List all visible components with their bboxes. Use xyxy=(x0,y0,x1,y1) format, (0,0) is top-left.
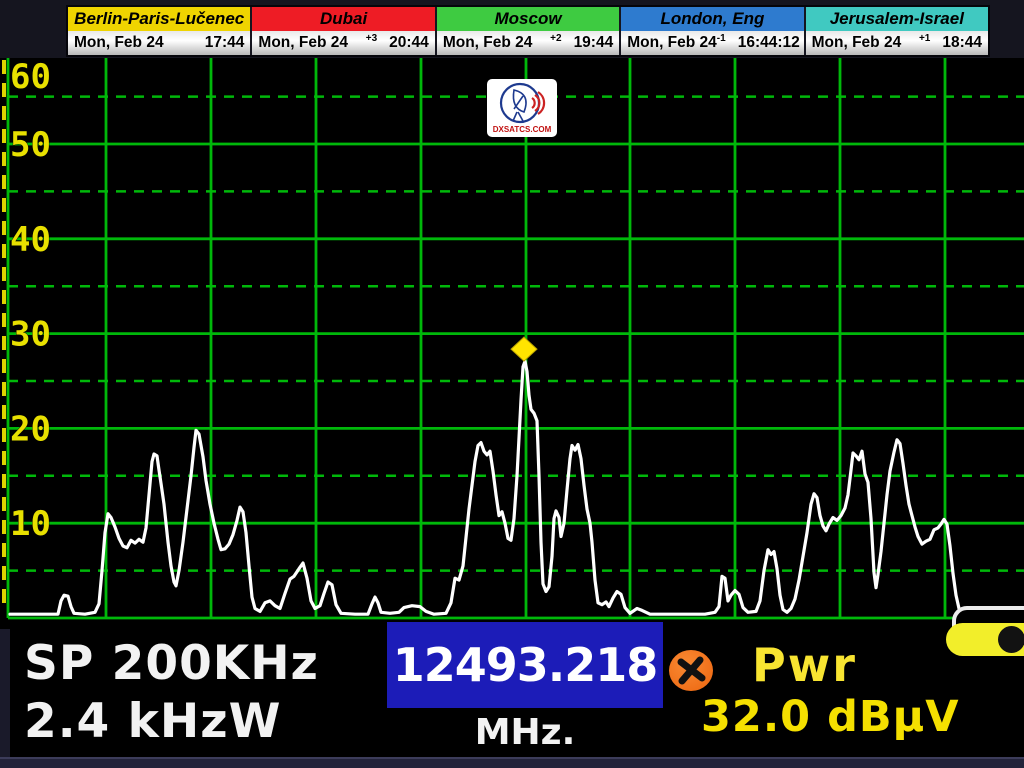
clock-panel-1: Dubai Mon, Feb 24 +3 20:44 xyxy=(252,7,436,55)
bandwidth-label: 2.4 kHzW xyxy=(24,694,281,749)
clock-utc-offset: -1 xyxy=(717,33,726,44)
spectrum-trace xyxy=(10,361,1023,615)
power-label: Pwr xyxy=(752,638,857,692)
clock-date: Mon, Feb 24 xyxy=(812,34,902,52)
clock-panel-3: London, Eng Mon, Feb 24-1 16:44:12 xyxy=(621,7,805,55)
clock-panel-2: Moscow Mon, Feb 24 +2 19:44 xyxy=(437,7,621,55)
clock-time-row: Mon, Feb 24-1 16:44:12 xyxy=(621,31,803,55)
clock-time-row: Mon, Feb 24 17:44 xyxy=(68,31,250,55)
clock-date: Mon, Feb 24 xyxy=(443,34,533,52)
clock-time: 17:44 xyxy=(205,34,245,52)
y-axis-label: 60 xyxy=(10,58,51,97)
clock-utc-offset: +2 xyxy=(550,33,561,44)
toggle-switch[interactable] xyxy=(948,606,1024,658)
clock-panel-4: Jerusalem-Israel Mon, Feb 24 +1 18:44 xyxy=(806,7,988,55)
clock-city-name: London, Eng xyxy=(621,7,803,31)
clock-city-name: Jerusalem-Israel xyxy=(806,7,988,31)
span-label: SP 200KHz xyxy=(24,636,319,691)
frequency-display[interactable]: 12493.218 xyxy=(387,622,663,708)
y-axis-label: 40 xyxy=(10,220,51,260)
toggle-knob-icon xyxy=(998,626,1024,653)
close-button[interactable] xyxy=(669,650,713,691)
clock-time-row: Mon, Feb 24 +1 18:44 xyxy=(806,31,988,55)
clock-date: Mon, Feb 24 xyxy=(74,34,164,52)
y-axis-label: 50 xyxy=(10,125,51,165)
clock-date: Mon, Feb 24 xyxy=(258,34,348,52)
y-axis-label: 10 xyxy=(10,504,51,544)
clock-panel-0: Berlin-Paris-Lučenec Mon, Feb 24 17:44 xyxy=(68,7,252,55)
spectrum-analyzer-screen: 102030405060 Berlin-Paris-LučenecMon, Fe… xyxy=(0,0,1024,768)
y-axis-label: 20 xyxy=(10,409,51,449)
clock-utc-offset: +1 xyxy=(919,33,930,44)
close-icon xyxy=(669,650,713,691)
frequency-value: 12493.218 xyxy=(393,638,658,692)
toggle-pill xyxy=(946,623,1024,656)
clock-time: 18:44 xyxy=(942,34,982,52)
frequency-unit-label: MHz. xyxy=(387,712,663,753)
clock-city-name: Berlin-Paris-Lučenec xyxy=(68,7,250,31)
spectrum-plot: 10 20 30 40 50 60 xyxy=(0,58,1024,625)
clock-time: 16:44:12 xyxy=(738,34,800,52)
clock-time: 20:44 xyxy=(389,34,429,52)
frame-left-edge xyxy=(0,629,10,757)
logo: DXSATCS.COM xyxy=(487,79,557,137)
peak-marker-icon xyxy=(511,337,537,361)
clock-time-row: Mon, Feb 24 +2 19:44 xyxy=(437,31,619,55)
logo-text: DXSATCS.COM xyxy=(493,125,552,134)
clock-date: Mon, Feb 24 xyxy=(627,34,717,52)
clock-utc-offset: +3 xyxy=(366,33,377,44)
world-clock-bar: Berlin-Paris-Lučenec Mon, Feb 24 17:44 Duba… xyxy=(66,5,990,57)
satellite-dish-icon xyxy=(513,90,526,121)
clock-city-name: Moscow xyxy=(437,7,619,31)
power-value: 32.0 dBµV xyxy=(701,692,960,742)
frame-bottom-edge xyxy=(0,757,1024,768)
clock-time-row: Mon, Feb 24 +3 20:44 xyxy=(252,31,434,55)
y-axis-label: 30 xyxy=(10,315,51,355)
clock-city-name: Dubai xyxy=(252,7,434,31)
clock-time: 19:44 xyxy=(574,34,614,52)
